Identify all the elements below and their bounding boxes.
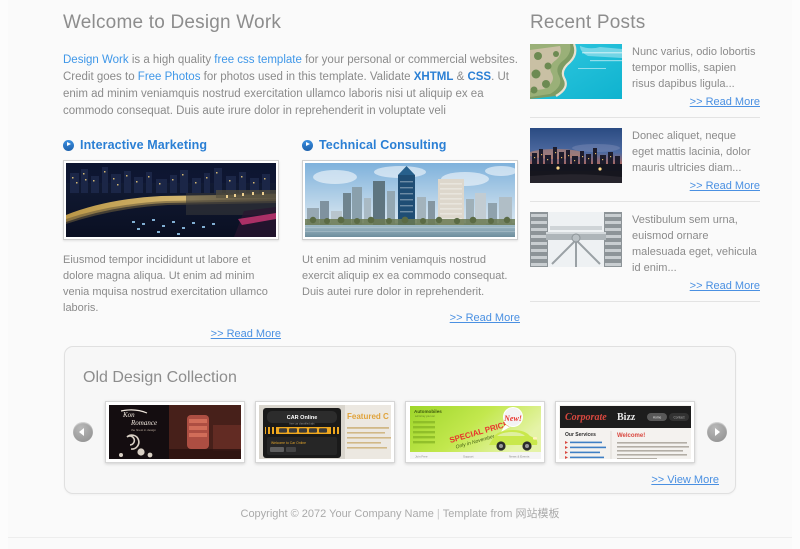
post-body: Vestibulum sem urna, euismod ornare male… xyxy=(632,212,760,301)
read-more-link[interactable]: >> Read More xyxy=(211,328,281,340)
city-sunset-skyline-thumb xyxy=(530,128,622,183)
feature-title-label: Technical Consulting xyxy=(319,138,447,152)
read-more-link[interactable]: >> Read More xyxy=(690,180,760,192)
template-credit: Template from 网站模板 xyxy=(442,508,560,520)
svg-text:Contact: Contact xyxy=(674,416,685,420)
svg-text:Romance: Romance xyxy=(130,419,157,427)
circle-arrow-icon xyxy=(302,139,313,151)
collection-title: Old Design Collection xyxy=(83,369,237,386)
list-item: Nunc varius, odio lobortis tempor mollis… xyxy=(530,34,760,117)
dark-interior-design-slide[interactable]: Kon Romance the finest in design xyxy=(105,401,245,463)
svg-text:News & Events: News & Events xyxy=(509,455,530,459)
view-more-container: >> View More xyxy=(651,474,719,486)
xhtml-link[interactable]: XHTML xyxy=(414,71,454,83)
svg-text:Home: Home xyxy=(653,416,662,420)
feature-image-frame xyxy=(302,160,518,240)
list-item: Vestibulum sem urna, euismod ornare male… xyxy=(530,202,760,301)
svg-text:Support: Support xyxy=(463,455,474,459)
carousel: Kon Romance the finest in design CAR Onl… xyxy=(65,397,735,467)
car-online-slide[interactable]: CAR Online free car classified ads Welco… xyxy=(255,401,395,463)
feature-title: Interactive Marketing xyxy=(63,138,281,152)
beach-coastline-thumb xyxy=(530,44,622,99)
city-skyline-daytime-photo xyxy=(305,163,515,237)
sidebar-recent-posts: Recent Posts Nunc varius, odio lobortis … xyxy=(530,8,760,302)
design-work-link[interactable]: Design Work xyxy=(63,54,129,66)
feature-technical-consulting: Technical Consulting Ut enim ad minim ve… xyxy=(302,138,520,340)
post-body: Nunc varius, odio lobortis tempor mollis… xyxy=(632,44,760,117)
read-more-link[interactable]: >> Read More xyxy=(690,96,760,108)
css-link[interactable]: CSS xyxy=(467,71,491,83)
view-more-link[interactable]: >> View More xyxy=(651,474,719,486)
svg-text:CAR Online: CAR Online xyxy=(287,415,318,421)
divider xyxy=(530,301,760,302)
corporate-bizz-slide[interactable]: Corporate Bizz Home Contact Our Services xyxy=(555,401,695,463)
svg-text:the finest in design: the finest in design xyxy=(131,428,156,432)
post-text: Nunc varius, odio lobortis tempor mollis… xyxy=(632,46,756,90)
main-column: Welcome to Design Work Design Work is a … xyxy=(63,8,523,340)
sidebar-title: Recent Posts xyxy=(530,12,646,33)
free-css-template-link[interactable]: free css template xyxy=(214,54,302,66)
page-root: Welcome to Design Work Design Work is a … xyxy=(0,0,800,549)
read-more-container: >> Read More xyxy=(632,280,760,292)
carousel-slides: Kon Romance the finest in design CAR Onl… xyxy=(99,401,701,463)
svg-text:Join Free: Join Free xyxy=(415,455,428,459)
circle-arrow-icon xyxy=(63,139,74,151)
top-section: Welcome to Design Work Design Work is a … xyxy=(8,0,792,340)
feature-title-label: Interactive Marketing xyxy=(80,138,208,152)
svg-text:free car classified ads: free car classified ads xyxy=(289,422,315,426)
svg-text:Welcome!: Welcome! xyxy=(617,433,645,439)
intro-text-3: for photos used in this template. Valida… xyxy=(200,71,414,83)
feature-title: Technical Consulting xyxy=(302,138,520,152)
post-text: Vestibulum sem urna, euismod ornare male… xyxy=(632,214,757,274)
read-more-container: >> Read More xyxy=(302,312,520,324)
city-bridge-night-photo xyxy=(66,163,276,237)
arrow-left-icon[interactable] xyxy=(73,422,93,442)
read-more-link[interactable]: >> Read More xyxy=(450,312,520,324)
read-more-container: >> Read More xyxy=(63,328,281,340)
list-item: Donec aliquet, neque eget mattis lacinia… xyxy=(530,118,760,201)
feature-image-frame xyxy=(63,160,279,240)
svg-text:Corporate: Corporate xyxy=(565,412,607,423)
post-body: Donec aliquet, neque eget mattis lacinia… xyxy=(632,128,760,201)
page-title: Welcome to Design Work xyxy=(63,12,282,33)
post-text: Donec aliquet, neque eget mattis lacinia… xyxy=(632,130,751,174)
read-more-link[interactable]: >> Read More xyxy=(690,280,760,292)
svg-text:Featured C: Featured C xyxy=(347,412,389,421)
arrow-right-icon[interactable] xyxy=(707,422,727,442)
footer-divider xyxy=(8,537,792,538)
feature-interactive-marketing: Interactive Marketing Eiusmod tempor inc… xyxy=(63,138,281,340)
read-more-container: >> Read More xyxy=(632,96,760,108)
steel-structure-thumb xyxy=(530,212,622,267)
free-photos-link[interactable]: Free Photos xyxy=(138,71,201,83)
svg-text:Welcome to Car Online: Welcome to Car Online xyxy=(271,441,306,445)
svg-text:sell & buy your car: sell & buy your car xyxy=(415,415,435,418)
footer-separator: | xyxy=(436,508,440,520)
intro-paragraph: Design Work is a high quality free css t… xyxy=(63,52,523,120)
content-wrapper: Welcome to Design Work Design Work is a … xyxy=(8,0,792,549)
feature-description: Eiusmod tempor incididunt ut labore et d… xyxy=(63,254,268,314)
footer: Copyright © 2072 Your Company Name | Templ… xyxy=(8,505,792,521)
old-design-collection-panel: Old Design Collection Kon Romance the fi… xyxy=(64,346,736,494)
svg-text:New!: New! xyxy=(503,414,522,423)
svg-text:Kon: Kon xyxy=(122,411,135,419)
feature-description: Ut enim ad minim veniamquis nostrud exer… xyxy=(302,254,508,298)
svg-text:Our Services: Our Services xyxy=(565,432,596,438)
read-more-container: >> Read More xyxy=(632,180,760,192)
intro-text-4: & xyxy=(453,71,468,83)
feature-columns: Interactive Marketing Eiusmod tempor inc… xyxy=(63,138,523,340)
svg-text:Automobiles: Automobiles xyxy=(414,409,442,414)
copyright-text: Copyright © 2072 Your Company Name xyxy=(240,508,434,520)
automobiles-green-slide[interactable]: Automobiles sell & buy your car SPECIAL … xyxy=(405,401,545,463)
intro-text-1: is a high quality xyxy=(128,54,215,66)
svg-text:Bizz: Bizz xyxy=(617,412,636,423)
